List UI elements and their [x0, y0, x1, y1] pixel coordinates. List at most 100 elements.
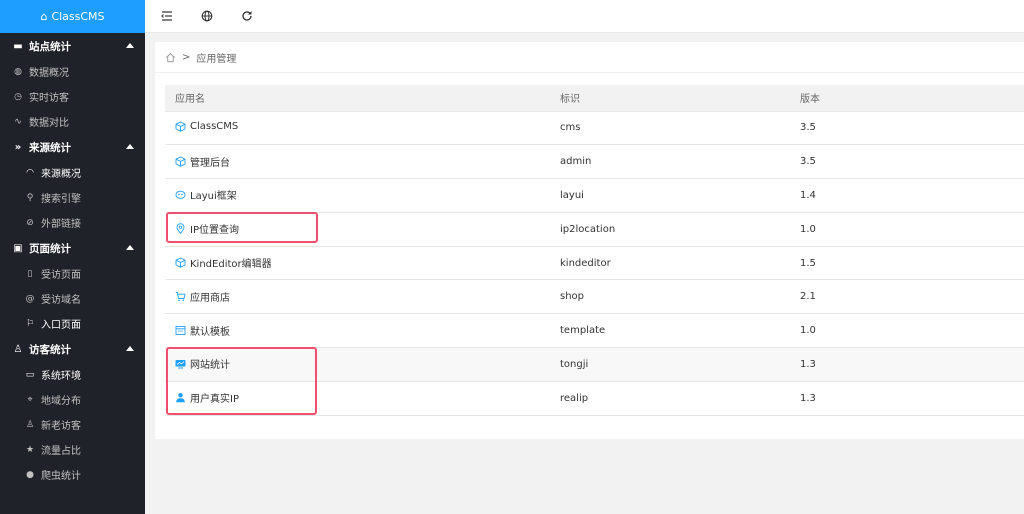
sidebar-item-label: 流量占比 — [41, 446, 81, 457]
table-row[interactable]: 网站统计 tongji 1.3 — [165, 347, 1024, 382]
pulse-icon: ∿ — [14, 116, 22, 127]
website-button[interactable] — [189, 0, 225, 33]
table-row[interactable]: KindEditor编辑器 kindeditor 1.5 — [165, 246, 1024, 281]
cube-icon — [175, 156, 186, 167]
layout-icon: ▣ — [13, 242, 23, 254]
app-name-cell: 管理后台 — [165, 144, 550, 180]
sidebar-group-1[interactable]: » 来源统计 — [0, 134, 145, 160]
sidebar-item-label: 受访域名 — [41, 295, 81, 306]
table-row[interactable]: 默认模板 template 1.0 — [165, 313, 1024, 349]
app-identifier: cms — [550, 111, 790, 146]
app-name[interactable]: 用户真实IP — [175, 390, 239, 405]
sidebar-group-label: 页面统计 — [29, 242, 71, 255]
sidebar-group-2[interactable]: ▣ 页面统计 — [0, 235, 145, 261]
app-name[interactable]: 网站统计 — [175, 356, 230, 371]
sidebar-group-0[interactable]: ▬ 站点统计 — [0, 33, 145, 59]
app-name[interactable]: 应用商店 — [175, 289, 230, 304]
app-name-label: KindEditor编辑器 — [190, 259, 272, 271]
double-chevron-icon: » — [14, 141, 22, 153]
sidebar-item-2-0[interactable]: ▯ 受访页面 — [0, 261, 145, 286]
sidebar-item-label: 数据概况 — [29, 68, 69, 79]
sidebar-group-3[interactable]: ♙ 访客统计 — [0, 336, 145, 362]
sidebar-item-3-4[interactable]: ● 爬虫统计 — [0, 462, 145, 487]
sidebar-item-3-1[interactable]: ⌖ 地域分布 — [0, 387, 145, 412]
sidebar-item-label: 入口页面 — [41, 320, 81, 331]
app-version: 1.3 — [790, 347, 1024, 382]
sidebar-item-3-0[interactable]: ▭ 系统环境 — [0, 362, 145, 387]
file-icon: ▯ — [27, 268, 33, 279]
table-header-row: 应用名 标识 版本 — [165, 85, 1024, 112]
sidebar-item-0-0[interactable]: ◍ 数据概况 — [0, 59, 145, 84]
android-icon: ● — [26, 469, 34, 480]
sidebar-item-label: 系统环境 — [41, 371, 81, 382]
sidebar-item-2-1[interactable]: @ 受访域名 — [0, 286, 145, 311]
sidebar-group-label: 来源统计 — [29, 141, 71, 154]
menu-toggle-icon — [161, 11, 172, 21]
header-version: 版本 — [790, 85, 1024, 112]
person-icon — [176, 393, 185, 403]
brand-name: ClassCMS — [51, 10, 105, 23]
refresh-button[interactable] — [229, 0, 265, 33]
app-identifier: realip — [550, 381, 790, 416]
app-name-cell: 用户真实IP — [165, 381, 550, 416]
sidebar-item-1-1[interactable]: ⚲ 搜索引擎 — [0, 185, 145, 210]
app-version: 2.1 — [790, 279, 1024, 315]
app-name-label: Layui框架 — [190, 191, 237, 203]
monitor-icon: ▬ — [13, 40, 23, 52]
app-name-label: ClassCMS — [190, 120, 239, 132]
breadcrumb: > 应用管理 — [155, 42, 1024, 72]
app-version: 1.4 — [790, 178, 1024, 213]
star-icon: ★ — [25, 444, 35, 455]
app-name[interactable]: Layui框架 — [175, 187, 237, 202]
app-name[interactable]: IP位置查询 — [175, 221, 239, 236]
home-icon[interactable] — [165, 52, 176, 63]
cube-icon — [175, 121, 186, 132]
brand-logo[interactable]: ⌂ ClassCMS — [0, 0, 145, 33]
sidebar-item-1-2[interactable]: ⊘ 外部链接 — [0, 210, 145, 235]
cube-icon — [175, 257, 186, 268]
app-identifier: kindeditor — [550, 246, 790, 281]
app-name-label: 用户真实IP — [190, 394, 239, 406]
gauge-icon: ◠ — [26, 167, 34, 178]
sidebar-item-3-3[interactable]: ★ 流量占比 — [0, 437, 145, 462]
table-row[interactable]: Layui框架 layui 1.4 — [165, 178, 1024, 213]
sidebar-item-0-2[interactable]: ∿ 数据对比 — [0, 109, 145, 134]
search-icon: ⚲ — [26, 192, 34, 203]
sidebar-group-label: 站点统计 — [29, 40, 71, 53]
table-row[interactable]: 应用商店 shop 2.1 — [165, 279, 1024, 315]
header-identifier: 标识 — [550, 85, 790, 112]
app-name[interactable]: KindEditor编辑器 — [175, 255, 272, 270]
app-version: 3.5 — [790, 144, 1024, 180]
breadcrumb-current: 应用管理 — [196, 53, 237, 65]
cart-icon — [175, 291, 186, 301]
menu-toggle-button[interactable] — [149, 0, 185, 33]
at-icon: @ — [25, 293, 35, 304]
link-icon: ⊘ — [26, 217, 34, 228]
table-row[interactable]: 管理后台 admin 3.5 — [165, 144, 1024, 180]
sidebar-item-0-1[interactable]: ◷ 实时访客 — [0, 84, 145, 109]
app-name[interactable]: 管理后台 — [175, 154, 230, 169]
divider — [155, 72, 1024, 73]
app-name[interactable]: ClassCMS — [175, 121, 238, 132]
app-identifier: layui — [550, 178, 790, 213]
layui-icon — [175, 191, 186, 200]
app-version: 1.0 — [790, 212, 1024, 247]
sidebar-item-1-0[interactable]: ◠ 来源概况 — [0, 160, 145, 185]
app-identifier: ip2location — [550, 212, 790, 247]
flag-icon: ⚐ — [25, 318, 35, 329]
app-name-cell: 网站统计 — [165, 347, 550, 382]
sidebar-item-label: 来源概况 — [41, 169, 81, 180]
app-name-label: 应用商店 — [190, 292, 230, 304]
app-name[interactable]: 默认模板 — [175, 323, 230, 338]
table-row[interactable]: ClassCMS cms 3.5 — [165, 111, 1024, 146]
table-row[interactable]: IP位置查询 ip2location 1.0 — [165, 212, 1024, 247]
globe-icon: ◍ — [14, 66, 22, 77]
globe-icon — [201, 10, 213, 22]
sidebar-item-label: 地域分布 — [41, 396, 81, 407]
sidebar-item-2-2[interactable]: ⚐ 入口页面 — [0, 311, 145, 336]
sidebar-item-3-2[interactable]: ♙ 新老访客 — [0, 412, 145, 437]
app-name-cell: IP位置查询 — [165, 212, 550, 247]
caret-up-icon — [126, 43, 134, 48]
refresh-icon — [242, 11, 252, 21]
table-row[interactable]: 用户真实IP realip 1.3 — [165, 381, 1024, 416]
